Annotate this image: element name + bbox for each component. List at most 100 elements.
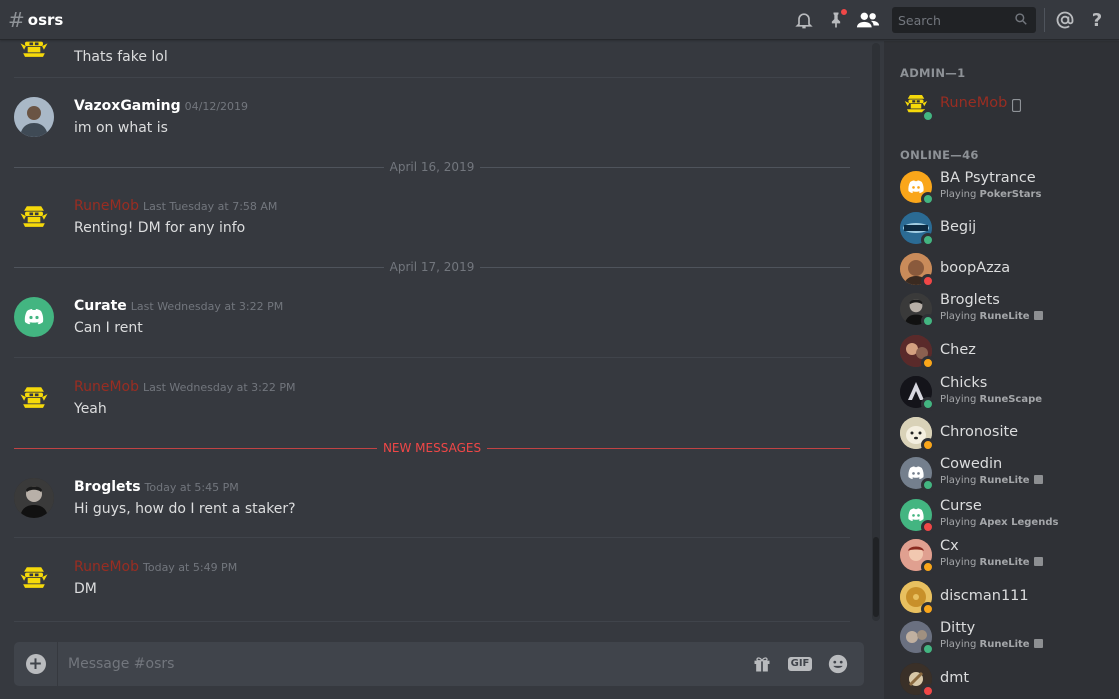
member-name: Begij — [940, 219, 977, 235]
members-icon[interactable] — [856, 8, 880, 32]
member-item[interactable]: dmt — [900, 659, 1115, 699]
member-item[interactable]: Ditty Playing RuneLite — [900, 617, 1115, 657]
date-divider: April 16, 2019 — [14, 160, 850, 174]
status-online-indicator — [921, 642, 935, 656]
runemob-avatar[interactable] — [14, 197, 54, 237]
message-author[interactable]: Curate Last Wednesday at 3:22 PM — [74, 298, 283, 314]
member-avatar — [900, 88, 935, 123]
message-author[interactable]: RuneMob Last Wednesday at 3:22 PM — [74, 379, 295, 395]
member-item[interactable]: discman111 — [900, 577, 1115, 617]
message-timestamp: Today at 5:45 PM — [144, 481, 239, 494]
member-activity: Playing RuneScape — [940, 394, 1043, 405]
search-placeholder: Search — [898, 12, 941, 28]
hash-icon: # — [8, 7, 25, 32]
status-online-indicator — [921, 192, 935, 206]
status-online-indicator — [921, 478, 935, 492]
message-separator — [14, 357, 850, 358]
date-divider: April 17, 2019 — [14, 260, 850, 274]
rich-presence-icon — [1033, 475, 1043, 484]
message-list: Thats fake lol VazoxGaming 04/12/2019 im … — [0, 41, 872, 627]
member-avatar — [900, 581, 935, 616]
member-item[interactable]: Chicks Playing RuneScape — [900, 372, 1115, 412]
message-text: im on what is — [74, 120, 168, 136]
member-activity: Playing RuneLite — [940, 311, 1043, 322]
message: RuneMob Last Wednesday at 3:22 PM Yeah — [0, 376, 864, 426]
discord-default-avatar[interactable] — [14, 297, 54, 337]
message-text: Renting! DM for any info — [74, 220, 246, 236]
member-item[interactable]: RuneMob — [900, 84, 1115, 124]
message: Curate Last Wednesday at 3:22 PM Can I re… — [0, 295, 864, 345]
member-name: boopAzza — [940, 260, 1011, 276]
runemob-avatar[interactable] — [14, 378, 54, 418]
message-text: Can I rent — [74, 320, 143, 336]
rich-presence-icon — [1033, 639, 1043, 648]
message-timestamp: Today at 5:49 PM — [143, 561, 238, 574]
message-timestamp: 04/12/2019 — [184, 100, 249, 113]
gift-icon[interactable] — [750, 652, 774, 676]
bell-icon[interactable] — [792, 8, 816, 32]
message-text: Thats fake lol — [74, 49, 168, 65]
discord-app: # osrs Search ? Thats fake lol VazoxGami… — [0, 0, 1119, 699]
emoji-icon[interactable] — [826, 652, 850, 676]
member-avatar — [900, 663, 935, 698]
mobile-icon — [1011, 97, 1022, 116]
member-avatar — [900, 539, 935, 574]
header-divider — [1044, 8, 1045, 32]
message-text: Hi guys, how do I rent a staker? — [74, 501, 296, 517]
message-author[interactable]: RuneMob Today at 5:49 PM — [74, 559, 237, 575]
message-author[interactable]: Broglets Today at 5:45 PM — [74, 479, 239, 495]
pin-icon[interactable] — [824, 8, 848, 32]
member-name: Chicks — [940, 375, 988, 391]
search-icon — [1014, 11, 1028, 30]
status-idle-indicator — [921, 438, 935, 452]
unread-badge — [840, 8, 848, 16]
status-idle-indicator — [921, 560, 935, 574]
member-name: Chez — [940, 342, 976, 358]
online-section-header: ONLINE—46 — [900, 148, 979, 162]
new-messages-divider: NEW MESSAGES — [14, 441, 851, 455]
member-item[interactable]: Chez — [900, 331, 1115, 371]
date-label: April 16, 2019 — [389, 160, 475, 174]
member-item[interactable]: BA Psytrance Playing PokerStars — [900, 167, 1115, 207]
member-item[interactable]: Broglets Playing RuneLite — [900, 289, 1115, 329]
user-avatar[interactable] — [14, 478, 54, 518]
runemob-avatar[interactable] — [14, 558, 54, 598]
member-avatar — [900, 499, 935, 534]
message-separator — [14, 621, 850, 622]
member-activity: Playing RuneLite — [940, 639, 1043, 650]
message-separator — [14, 77, 850, 78]
at-icon[interactable] — [1053, 8, 1077, 32]
message-text: DM — [74, 581, 97, 597]
member-item[interactable]: Cx Playing RuneLite — [900, 535, 1115, 575]
member-avatar — [900, 335, 935, 370]
member-name: dmt — [940, 670, 970, 686]
message: VazoxGaming 04/12/2019 im on what is — [0, 95, 864, 145]
member-item[interactable]: boopAzza — [900, 249, 1115, 289]
member-avatar — [900, 417, 935, 452]
user-avatar[interactable] — [14, 97, 54, 137]
member-activity: Playing Apex Legends — [940, 517, 1059, 528]
member-avatar — [900, 457, 935, 492]
message-author[interactable]: RuneMob Last Tuesday at 7:58 AM — [74, 198, 277, 214]
chat-scrollbar-track[interactable] — [872, 43, 880, 621]
message-timestamp: Last Tuesday at 7:58 AM — [143, 200, 278, 213]
chat-scrollbar-thumb[interactable] — [873, 537, 879, 617]
status-online-indicator — [921, 233, 935, 247]
message-timestamp: Last Wednesday at 3:22 PM — [130, 300, 284, 313]
member-item[interactable]: Curse Playing Apex Legends — [900, 495, 1115, 535]
gif-button[interactable]: GIF — [787, 652, 813, 676]
member-name: Chronosite — [940, 424, 1019, 440]
channel-header: # osrs Search ? — [0, 0, 1119, 40]
search-box[interactable]: Search — [892, 7, 1036, 33]
message-input[interactable] — [58, 656, 750, 672]
upload-button[interactable]: + — [14, 642, 58, 686]
runemob-avatar[interactable] — [14, 41, 54, 67]
member-item[interactable]: Cowedin Playing RuneLite — [900, 453, 1115, 493]
member-item[interactable]: Begij — [900, 208, 1115, 248]
help-icon[interactable]: ? — [1085, 8, 1109, 32]
member-name: Cx — [940, 538, 959, 554]
member-name: Ditty — [940, 620, 976, 636]
member-item[interactable]: Chronosite — [900, 413, 1115, 453]
message-author[interactable]: VazoxGaming 04/12/2019 — [74, 98, 248, 114]
member-avatar — [900, 376, 935, 411]
